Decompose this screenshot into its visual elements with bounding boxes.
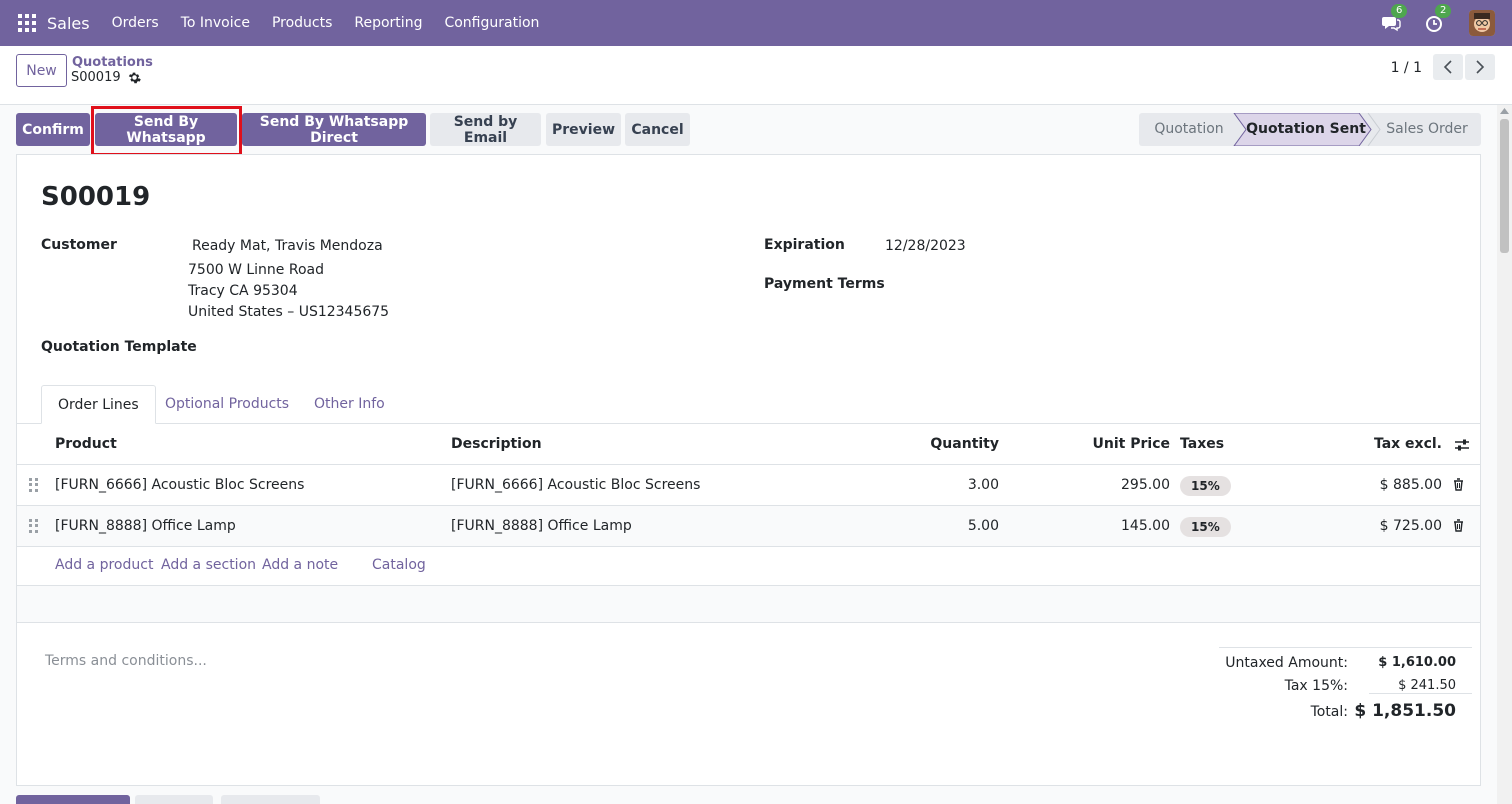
activities-button[interactable]: 2 xyxy=(1425,4,1452,33)
breadcrumb-quotations[interactable]: Quotations xyxy=(72,55,153,70)
payment-terms-label: Payment Terms xyxy=(764,276,885,292)
row-product[interactable]: [FURN_8888] Office Lamp xyxy=(55,506,236,546)
user-avatar[interactable] xyxy=(1469,10,1495,36)
chevron-left-icon xyxy=(1443,60,1452,74)
col-quantity[interactable]: Quantity xyxy=(930,425,999,463)
terms-and-conditions-input[interactable]: Terms and conditions... xyxy=(45,653,207,669)
col-product[interactable]: Product xyxy=(55,425,117,463)
col-unit-price[interactable]: Unit Price xyxy=(1093,425,1170,463)
menu-reporting[interactable]: Reporting xyxy=(354,15,422,31)
pager-next-button[interactable] xyxy=(1465,54,1495,80)
optional-columns-icon[interactable] xyxy=(1454,438,1470,452)
new-button[interactable]: New xyxy=(16,54,67,87)
confirm-button[interactable]: Confirm xyxy=(16,113,90,146)
preview-button[interactable]: Preview xyxy=(546,113,621,146)
messages-count-badge: 6 xyxy=(1391,4,1408,18)
menu-products[interactable]: Products xyxy=(272,15,332,31)
tax-label: Tax 15%: xyxy=(1284,678,1348,694)
col-description[interactable]: Description xyxy=(451,425,542,463)
top-navbar: Sales Orders To Invoice Products Reporti… xyxy=(0,0,1512,46)
tax-badge[interactable]: 15% xyxy=(1180,517,1231,537)
apps-menu-icon[interactable] xyxy=(18,14,36,32)
page-title: S00019 xyxy=(41,182,151,212)
gear-icon[interactable] xyxy=(128,71,141,84)
row-unit-price[interactable]: 295.00 xyxy=(1121,465,1170,505)
activities-count-badge: 2 xyxy=(1435,4,1452,18)
cancel-button[interactable]: Cancel xyxy=(625,113,690,146)
trash-icon[interactable] xyxy=(1453,478,1464,491)
control-panel: New Quotations S00019 1 / 1 xyxy=(0,46,1512,105)
page-scrollbar[interactable] xyxy=(1497,105,1512,804)
stage-sales-order[interactable]: Sales Order xyxy=(1377,113,1477,146)
row-subtotal: $ 885.00 xyxy=(1379,477,1442,493)
customer-address-line3: United States – US12345675 xyxy=(188,304,390,320)
send-by-email-button[interactable]: Send by Email xyxy=(430,113,541,146)
row-description[interactable]: [FURN_6666] Acoustic Bloc Screens xyxy=(451,465,700,505)
customer-label: Customer xyxy=(41,237,117,253)
tax-badge[interactable]: 15% xyxy=(1180,476,1231,496)
pager-previous-button[interactable] xyxy=(1433,54,1463,80)
add-line-controls: Add a product Add a section Add a note C… xyxy=(17,546,1480,586)
col-tax-excl[interactable]: Tax excl. xyxy=(1374,425,1442,463)
totals-divider xyxy=(1369,693,1472,694)
breadcrumb-current: S00019 xyxy=(71,70,141,85)
row-product[interactable]: [FURN_6666] Acoustic Bloc Screens xyxy=(55,465,304,505)
form-sheet: S00019 Customer Ready Mat, Travis Mendoz… xyxy=(16,154,1481,786)
chatter-send-message-button[interactable] xyxy=(16,795,130,804)
customer-field[interactable]: Ready Mat, Travis Mendoza xyxy=(192,238,383,254)
messages-button[interactable]: 6 xyxy=(1381,4,1408,33)
menu-orders[interactable]: Orders xyxy=(112,15,159,31)
row-quantity[interactable]: 3.00 xyxy=(968,465,999,505)
totals-summary: Untaxed Amount: $ 1,610.00 Tax 15%: $ 24… xyxy=(1219,647,1472,721)
chevron-right-icon xyxy=(1476,60,1485,74)
notebook-tabs: Order Lines Optional Products Other Info xyxy=(17,385,1480,424)
table-row[interactable]: [FURN_8888] Office Lamp [FURN_8888] Offi… xyxy=(17,506,1480,547)
stage-quotation-sent[interactable]: Quotation Sent xyxy=(1242,113,1370,146)
row-unit-price[interactable]: 145.00 xyxy=(1121,506,1170,546)
status-bar: Quotation Quotation Sent Sales Order xyxy=(1139,113,1481,146)
stage-quotation[interactable]: Quotation xyxy=(1139,113,1239,146)
avatar-face-icon xyxy=(1469,10,1495,36)
empty-table-row xyxy=(17,586,1480,623)
total-label: Total: xyxy=(1310,704,1348,720)
quotation-template-label: Quotation Template xyxy=(41,339,197,355)
menu-to-invoice[interactable]: To Invoice xyxy=(181,15,250,31)
menu-configuration[interactable]: Configuration xyxy=(444,15,539,31)
catalog-link[interactable]: Catalog xyxy=(372,546,426,584)
row-description[interactable]: [FURN_8888] Office Lamp xyxy=(451,506,632,546)
scroll-up-arrow-icon[interactable] xyxy=(1500,108,1509,114)
table-row[interactable]: [FURN_6666] Acoustic Bloc Screens [FURN_… xyxy=(17,465,1480,506)
tax-value: $ 241.50 xyxy=(1398,678,1456,693)
drag-handle-icon[interactable] xyxy=(29,478,39,492)
record-name: S00019 xyxy=(71,70,121,85)
chatter-log-note-button[interactable] xyxy=(135,795,213,804)
customer-address-line1: 7500 W Linne Road xyxy=(188,262,325,278)
pager-value[interactable]: 1 / 1 xyxy=(1391,60,1422,76)
col-taxes[interactable]: Taxes xyxy=(1180,425,1224,463)
tab-other-info[interactable]: Other Info xyxy=(298,385,401,424)
add-product-link[interactable]: Add a product xyxy=(55,546,153,584)
trash-icon[interactable] xyxy=(1453,519,1464,532)
expiration-label: Expiration xyxy=(764,237,845,253)
add-section-link[interactable]: Add a section xyxy=(161,546,256,584)
tab-order-lines[interactable]: Order Lines xyxy=(41,385,156,424)
send-by-whatsapp-button[interactable]: Send By Whatsapp xyxy=(95,113,237,146)
expiration-field[interactable]: 12/28/2023 xyxy=(885,238,966,254)
app-brand[interactable]: Sales xyxy=(47,14,90,33)
row-quantity[interactable]: 5.00 xyxy=(968,506,999,546)
row-subtotal: $ 725.00 xyxy=(1379,518,1442,534)
untaxed-amount-label: Untaxed Amount: xyxy=(1225,655,1348,671)
tab-optional-products[interactable]: Optional Products xyxy=(149,385,305,424)
order-lines-header: Product Description Quantity Unit Price … xyxy=(17,425,1480,465)
add-note-link[interactable]: Add a note xyxy=(262,546,338,584)
chatter-activities-button[interactable] xyxy=(221,795,320,804)
scrollbar-thumb[interactable] xyxy=(1500,119,1509,253)
untaxed-amount-value: $ 1,610.00 xyxy=(1378,655,1456,670)
total-value: $ 1,851.50 xyxy=(1354,701,1456,721)
send-by-whatsapp-direct-button[interactable]: Send By Whatsapp Direct xyxy=(242,113,426,146)
customer-address-line2: Tracy CA 95304 xyxy=(188,283,298,299)
drag-handle-icon[interactable] xyxy=(29,519,39,533)
